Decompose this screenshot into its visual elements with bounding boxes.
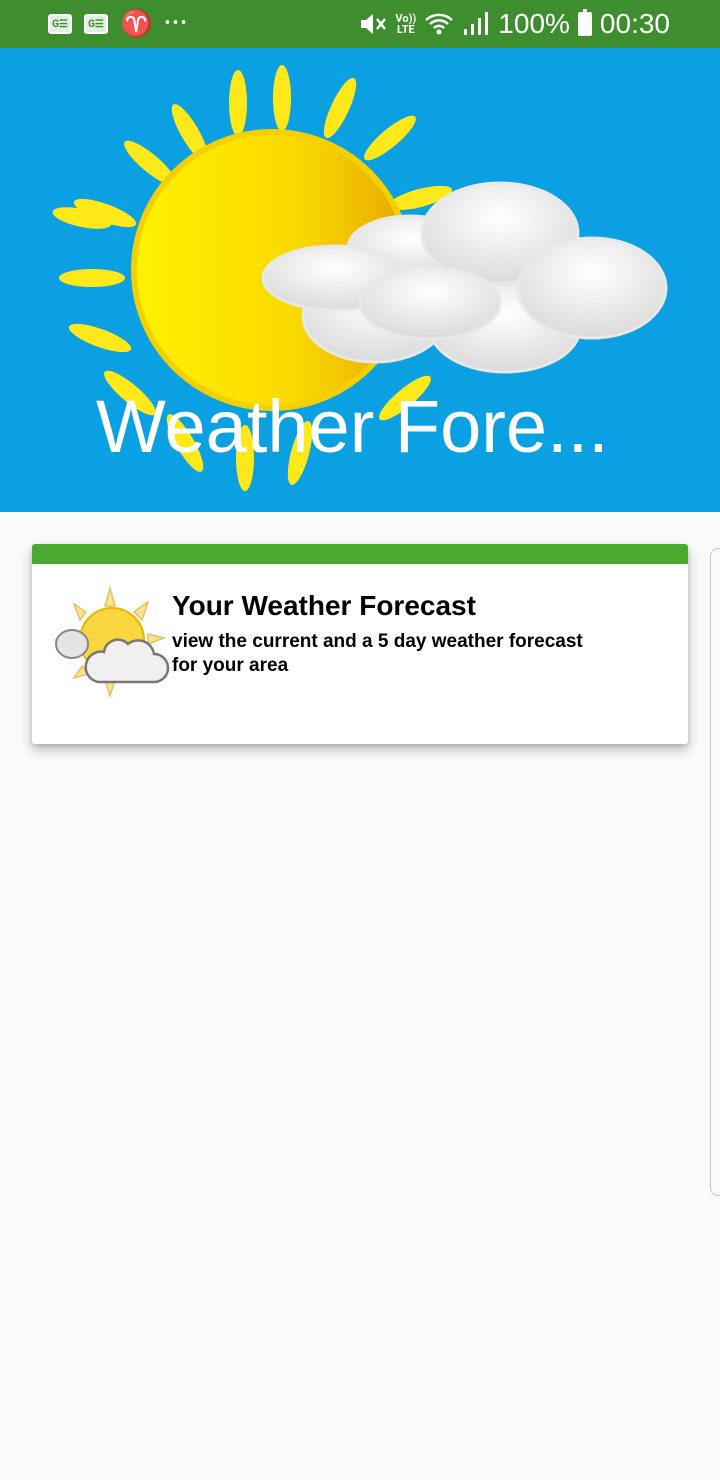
battery-icon [577,9,592,36]
mute-icon [361,14,387,34]
volte-icon: Vo)) LTE [395,12,417,36]
status-bar-right: Vo)) LTE 100% 00:30 [351,8,670,40]
battery-percent: 100% [498,8,570,39]
news-notification-icon: G☰ [84,14,108,34]
status-bar-left: G☰ G☰ ♈ ••• [48,11,201,37]
card-subtitle: view the current and a 5 day weather for… [172,631,583,676]
app-title: Weather Fore... [96,385,609,468]
card-accent-bar [32,544,688,564]
partly-cloudy-icon [53,585,170,699]
aries-icon: ♈ [120,9,153,39]
card-title: Your Weather Forecast [172,590,476,621]
signal-icon [464,12,489,35]
status-bar: G☰ G☰ ♈ ••• Vo)) LTE 100% 00:30 [0,0,720,48]
news-notification-icon: G☰ [48,14,72,34]
more-notifications-icon: ••• [164,13,189,34]
header-banner: Weather Fore... [0,48,720,512]
next-card-peek[interactable] [710,548,720,1196]
clock: 00:30 [599,8,670,39]
wifi-icon [425,13,454,35]
forecast-card[interactable]: Your Weather Forecast view the current a… [32,544,688,744]
